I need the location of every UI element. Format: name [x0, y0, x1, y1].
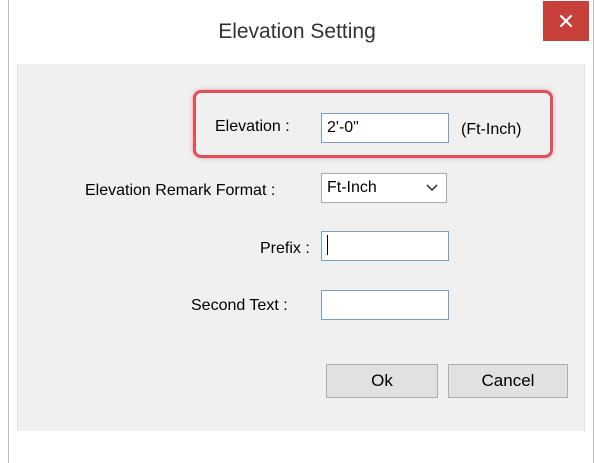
elevation-unit-label: (Ft-Inch)	[461, 121, 522, 138]
prefix-input[interactable]	[321, 231, 449, 261]
title-bar: Elevation Setting	[9, 0, 593, 64]
chevron-down-icon	[426, 184, 438, 192]
prefix-label: Prefix :	[260, 240, 310, 257]
elevation-label: Elevation :	[215, 118, 290, 135]
remark-format-select[interactable]: Ft-Inch	[321, 173, 447, 203]
elevation-input[interactable]: 2'-0"	[321, 113, 449, 143]
screen: Elevation Setting Elevation : 2'-0" (Ft-…	[0, 0, 594, 463]
dialog-content: Elevation : 2'-0" (Ft-Inch) Elevation Re…	[17, 64, 585, 431]
cancel-button[interactable]: Cancel	[448, 364, 568, 398]
dialog-title: Elevation Setting	[218, 20, 376, 43]
remark-format-label: Elevation Remark Format :	[85, 182, 276, 199]
second-text-label: Second Text :	[191, 297, 288, 314]
close-icon	[559, 14, 573, 28]
elevation-setting-dialog: Elevation Setting Elevation : 2'-0" (Ft-…	[8, 0, 594, 463]
remark-format-value: Ft-Inch	[327, 179, 377, 196]
ok-button[interactable]: Ok	[326, 364, 438, 398]
close-button[interactable]	[543, 1, 589, 41]
text-caret	[327, 234, 328, 255]
second-text-input[interactable]	[321, 290, 449, 320]
